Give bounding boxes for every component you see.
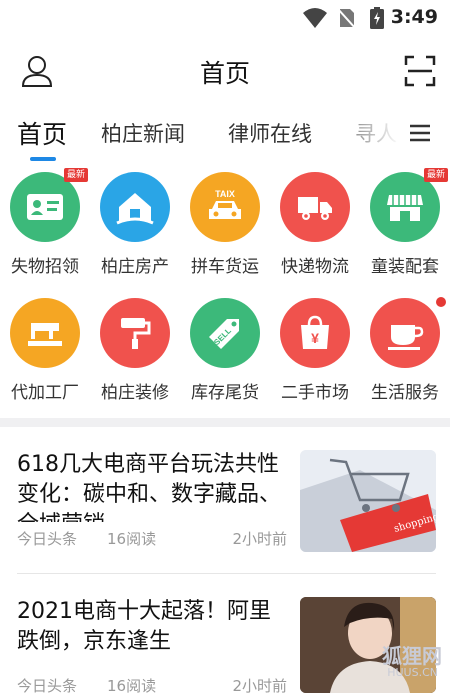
category-label: 失物招领 (11, 257, 79, 277)
lost-found-circle (10, 172, 80, 242)
svg-text:TAIX: TAIX (215, 189, 235, 199)
coffee-cup-icon (388, 325, 424, 350)
life-service-circle (370, 298, 440, 368)
category-label: 童装配套 (371, 257, 439, 277)
stock-clearance-circle: SELL (190, 298, 260, 368)
store-icon (387, 195, 423, 221)
new-badge: 最新 (424, 168, 449, 182)
watermark: 狐狸网 (382, 644, 442, 668)
category-second-hand[interactable]: ¥ 二手市场 (270, 298, 360, 406)
category-label: 拼车货运 (191, 257, 259, 277)
menu-icon[interactable] (405, 118, 435, 148)
news-title: 2021电商十大起落！阿里跌倒，京东逢生 (17, 599, 271, 654)
news-title: 618几大电商平台玩法共性变化：碳中和、数字藏品、全域营销 (17, 452, 282, 522)
carpool-circle: TAIX (190, 172, 260, 242)
category-label: 二手市场 (281, 383, 349, 403)
id-card-icon (27, 194, 63, 220)
news-time: 2小时前 (232, 530, 287, 548)
tab-fade (350, 112, 400, 152)
category-real-estate[interactable]: 柏庄房产 (90, 172, 180, 280)
status-bar: 3:49 (0, 0, 450, 34)
channel-tabs: 首页 柏庄新闻 律师在线 寻人 (0, 112, 450, 164)
no-sim-icon (338, 8, 356, 29)
battery-charging-icon (370, 7, 384, 29)
tab-lawyer-online[interactable]: 律师在线 (228, 118, 312, 148)
category-label: 快递物流 (281, 257, 349, 277)
kids-clothing-circle (370, 172, 440, 242)
news-source: 今日头条 (17, 677, 78, 695)
second-hand-circle: ¥ (280, 298, 350, 368)
tab-home[interactable]: 首页 (17, 115, 67, 151)
notification-dot (436, 297, 446, 307)
house-icon (116, 193, 154, 225)
taxi-icon: TAIX (209, 189, 241, 219)
active-tab-indicator (30, 157, 56, 161)
watermark-sub: HUUS.CN (387, 666, 438, 679)
category-grid: 最新 失物招领 柏庄房产 TAIX 拼车货运 快递物流 最新 童装配套 代加工厂 (0, 168, 450, 412)
category-lost-found[interactable]: 最新 失物招领 (0, 168, 90, 280)
news-source: 今日头条 (17, 530, 78, 548)
express-circle (280, 172, 350, 242)
sewing-machine-icon (28, 323, 62, 346)
section-divider (0, 418, 450, 427)
list-separator (17, 573, 436, 574)
category-label: 库存尾货 (191, 383, 259, 403)
wifi-icon (303, 8, 327, 28)
category-label: 代加工厂 (11, 383, 79, 403)
category-express[interactable]: 快递物流 (270, 172, 360, 280)
category-decoration[interactable]: 柏庄装修 (90, 298, 180, 406)
scan-icon (404, 55, 436, 87)
sell-tag-icon: SELL (209, 319, 239, 349)
news-item[interactable]: 618几大电商平台玩法共性变化：碳中和、数字藏品、全域营销 今日头条 16阅读 … (0, 450, 450, 560)
news-reads: 16阅读 (107, 530, 157, 548)
scan-button[interactable] (403, 54, 437, 88)
truck-icon (298, 197, 332, 220)
new-badge: 最新 (64, 168, 89, 182)
category-label: 柏庄装修 (101, 383, 169, 403)
status-time: 3:49 (390, 6, 438, 28)
real-estate-circle (100, 172, 170, 242)
tab-baizhuang-news[interactable]: 柏庄新闻 (101, 118, 185, 148)
category-carpool[interactable]: TAIX 拼车货运 (180, 172, 270, 280)
category-stock-clearance[interactable]: SELL 库存尾货 (180, 298, 270, 406)
category-kids-clothing[interactable]: 最新 童装配套 (360, 168, 450, 280)
app-bar: 首页 (0, 40, 450, 100)
shopping-cart-keyboard-image: shopping (300, 450, 436, 552)
category-label: 生活服务 (371, 383, 439, 403)
category-oem-factory[interactable]: 代加工厂 (0, 298, 90, 406)
category-label: 柏庄房产 (101, 257, 169, 277)
shopping-bag-icon: ¥ (301, 315, 329, 349)
category-life-service[interactable]: 生活服务 (360, 297, 450, 406)
svg-text:¥: ¥ (311, 330, 319, 346)
decoration-circle (100, 298, 170, 368)
oem-factory-circle (10, 298, 80, 368)
page-title: 首页 (199, 59, 250, 88)
paint-roller-icon (121, 318, 151, 349)
news-meta: 今日头条 16阅读 2小时前 (17, 528, 287, 549)
news-thumbnail: shopping (300, 450, 436, 552)
